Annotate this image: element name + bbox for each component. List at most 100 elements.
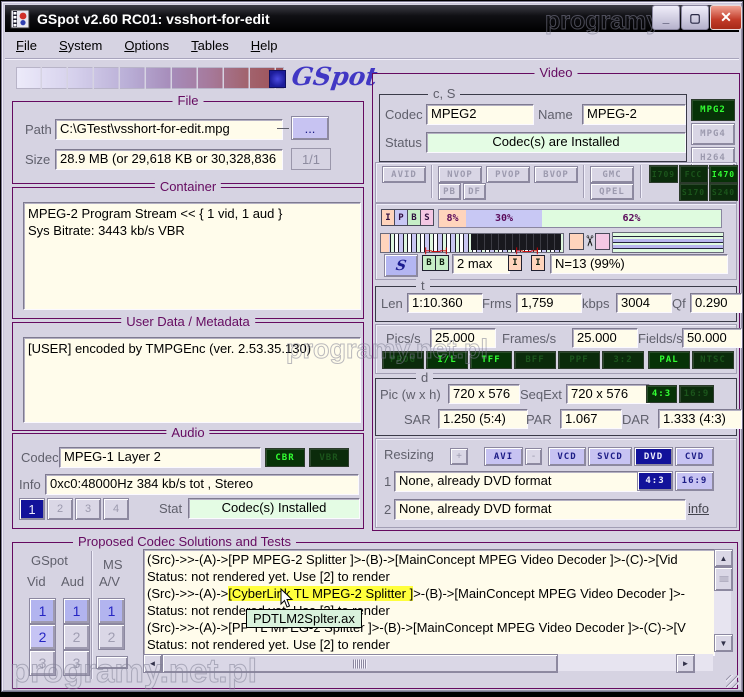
menu-options[interactable]: Options <box>113 34 180 57</box>
df-flag: DF <box>463 183 486 200</box>
sar-label: SAR <box>404 412 431 427</box>
mpg2-tab[interactable]: MPG2 <box>691 99 735 121</box>
path-input[interactable]: C:\GTest\vsshort-for-edit.mpg <box>55 119 283 140</box>
aud-col-label: Aud <box>61 574 84 589</box>
frame-pct-bar: 8% 30% 62% <box>438 209 722 228</box>
solution-status-row[interactable]: Status: not rendered yet. Use [2] to ren… <box>144 636 714 653</box>
frms-value: 1,759 <box>516 293 582 313</box>
minimize-icon: _ <box>663 11 670 25</box>
horizontal-scrollbar[interactable]: ◄ ► <box>143 654 713 671</box>
file-group: File Path C:\GTest\vsshort-for-edit.mpg … <box>12 101 364 184</box>
scroll-right-button[interactable]: ► <box>676 654 695 673</box>
bff-indicator: BFF <box>514 351 556 369</box>
window-title: GSpot v2.60 RC01: vsshort-for-edit <box>37 11 270 27</box>
resize-ar169-button[interactable]: 16:9 <box>675 471 714 491</box>
gspot-aud-1-button[interactable]: 1 <box>63 598 90 624</box>
measure-arrow-icon: ⊢—⊣ <box>516 248 538 255</box>
vid-col-label: Vid <box>27 574 46 589</box>
vcodec-label: Codec <box>385 107 423 122</box>
gspot-vid-2-button[interactable]: 2 <box>29 624 56 650</box>
gradient-strip-gaps <box>16 67 284 89</box>
horizontal-scroll-thumb[interactable] <box>162 654 558 673</box>
maximize-button[interactable]: ▢ <box>681 5 709 30</box>
menu-file[interactable]: File <box>5 34 48 57</box>
page-indicator: 1/1 <box>291 148 331 170</box>
vcodec-value: MPEG2 <box>426 104 534 125</box>
arrow-right-icon: ► <box>682 659 690 668</box>
dvd-button[interactable]: DVD <box>634 447 673 466</box>
kbps-value: 3004 <box>616 293 672 313</box>
audio-stream-4-button[interactable]: 4 <box>103 498 129 520</box>
t-title: t <box>416 278 430 293</box>
plus-button[interactable]: + <box>450 448 468 465</box>
vcd-button[interactable]: VCD <box>548 447 586 466</box>
cs-subgroup: c, S Codec MPEG2 Name MPEG-2 Status Code… <box>379 94 687 162</box>
info-link[interactable]: info <box>688 501 709 516</box>
audio-stream-3-button[interactable]: 3 <box>75 498 101 520</box>
close-button[interactable]: ✕ <box>710 5 742 30</box>
avi-button[interactable]: AVI <box>484 447 523 466</box>
seqext-value: 720 x 576 <box>566 384 650 404</box>
arrow-up-icon: ▲ <box>720 554 728 563</box>
mpg4-tab[interactable]: MPG4 <box>691 123 735 145</box>
proposed-group: Proposed Codec Solutions and Tests GSpot… <box>12 542 738 689</box>
gspot-mark-button[interactable]: S <box>384 254 418 277</box>
solution-row[interactable]: (Src)->>-(A)->[PP MPEG-2 Splitter ]>-(B)… <box>144 551 714 568</box>
arrow-left-icon: ◄ <box>149 659 157 668</box>
par-value: 1.067 <box>560 409 622 429</box>
svcd-button[interactable]: SVCD <box>588 447 632 466</box>
scroll-left-button[interactable]: ◄ <box>143 654 162 673</box>
gspot-vid-3-button[interactable]: 3 <box>29 650 56 676</box>
audio-stream-1-button[interactable]: 1 <box>19 498 45 520</box>
resize-row1-num: 1 <box>384 474 391 489</box>
solution-status-row[interactable]: Status: not rendered yet. Use [2] to ren… <box>144 568 714 585</box>
title-bar: GSpot v2.60 RC01: vsshort-for-edit progr… <box>5 5 739 32</box>
pics-value: 25.000 <box>430 328 496 348</box>
resize-ar43-button[interactable]: 4:3 <box>637 471 673 491</box>
menu-system[interactable]: System <box>48 34 113 57</box>
menu-help[interactable]: Help <box>240 34 289 57</box>
file-group-title: File <box>173 93 204 108</box>
ms-av-2-button[interactable]: 2 <box>98 624 125 650</box>
container-group-title: Container <box>155 179 221 194</box>
minimize-button[interactable]: _ <box>652 5 680 30</box>
gspot-aud-3-button[interactable]: 3 <box>63 650 90 676</box>
gspot-vid-1-button[interactable]: 1 <box>29 598 56 624</box>
avid-flag: AVID <box>382 166 426 183</box>
vertical-scrollbar[interactable]: ▲ ▼ <box>714 549 731 652</box>
scroll-up-button[interactable]: ▲ <box>714 549 733 567</box>
gmc-flag: GMC <box>590 166 634 183</box>
i470-indicator: I470 <box>709 165 738 183</box>
seqext-label: SeqExt <box>520 387 562 402</box>
d-subgroup: d Pic (w x h) 720 x 576 SeqExt 720 x 576… <box>375 378 737 436</box>
gop-section: I P B S 8% 30% 62% ✂ S <box>375 203 737 280</box>
scroll-down-button[interactable]: ▼ <box>714 634 733 652</box>
cvd-button[interactable]: CVD <box>675 447 714 466</box>
solution-row[interactable]: (Src)->>-(A)->[PP TL MPEG-2 Splitter ]>-… <box>144 619 714 636</box>
ntsc-indicator: NTSC <box>692 351 734 369</box>
vertical-scroll-thumb[interactable] <box>714 567 733 591</box>
b-frame-key: B <box>407 209 421 226</box>
metadata-group: User Data / Metadata [USER] encoded by T… <box>12 322 364 431</box>
rates-section: Pics/s 25.000 Frames/s 25.000 Fields/s 5… <box>375 324 737 374</box>
ms-av-1-button[interactable]: 1 <box>98 598 125 624</box>
audio-info-value: 0xc0:48000Hz 384 kb/s tot , Stereo <box>45 474 359 495</box>
d-title: d <box>416 370 433 385</box>
resize-grip[interactable] <box>726 675 739 688</box>
minus-button[interactable]: - <box>525 448 542 465</box>
i-distance-meter: ⊢—⊣ I I <box>508 248 545 271</box>
menu-tables[interactable]: Tables <box>180 34 240 57</box>
nvop-flag: NVOP <box>438 166 482 183</box>
pic-label: Pic (w x h) <box>380 387 441 402</box>
solution-status-row[interactable]: Status: not rendered yet. Use [2] to ren… <box>144 602 714 619</box>
menu-bar: File System Options Tables Help <box>5 32 739 59</box>
p-pct: 30% <box>466 210 542 227</box>
app-icon <box>10 9 30 29</box>
solution-row[interactable]: (Src)->>-(A)->[CyberLink TL MPEG-2 Split… <box>144 585 714 602</box>
audio-stream-2-button[interactable]: 2 <box>47 498 73 520</box>
resizing-section: Resizing + AVI - VCD SVCD DVD CVD 1 None… <box>375 438 737 528</box>
browse-button[interactable]: ... <box>291 116 329 140</box>
gspot-aud-2-button[interactable]: 2 <box>63 624 90 650</box>
qf-label: Qf <box>672 296 686 311</box>
resize-row1-value: None, already DVD format <box>394 471 640 492</box>
